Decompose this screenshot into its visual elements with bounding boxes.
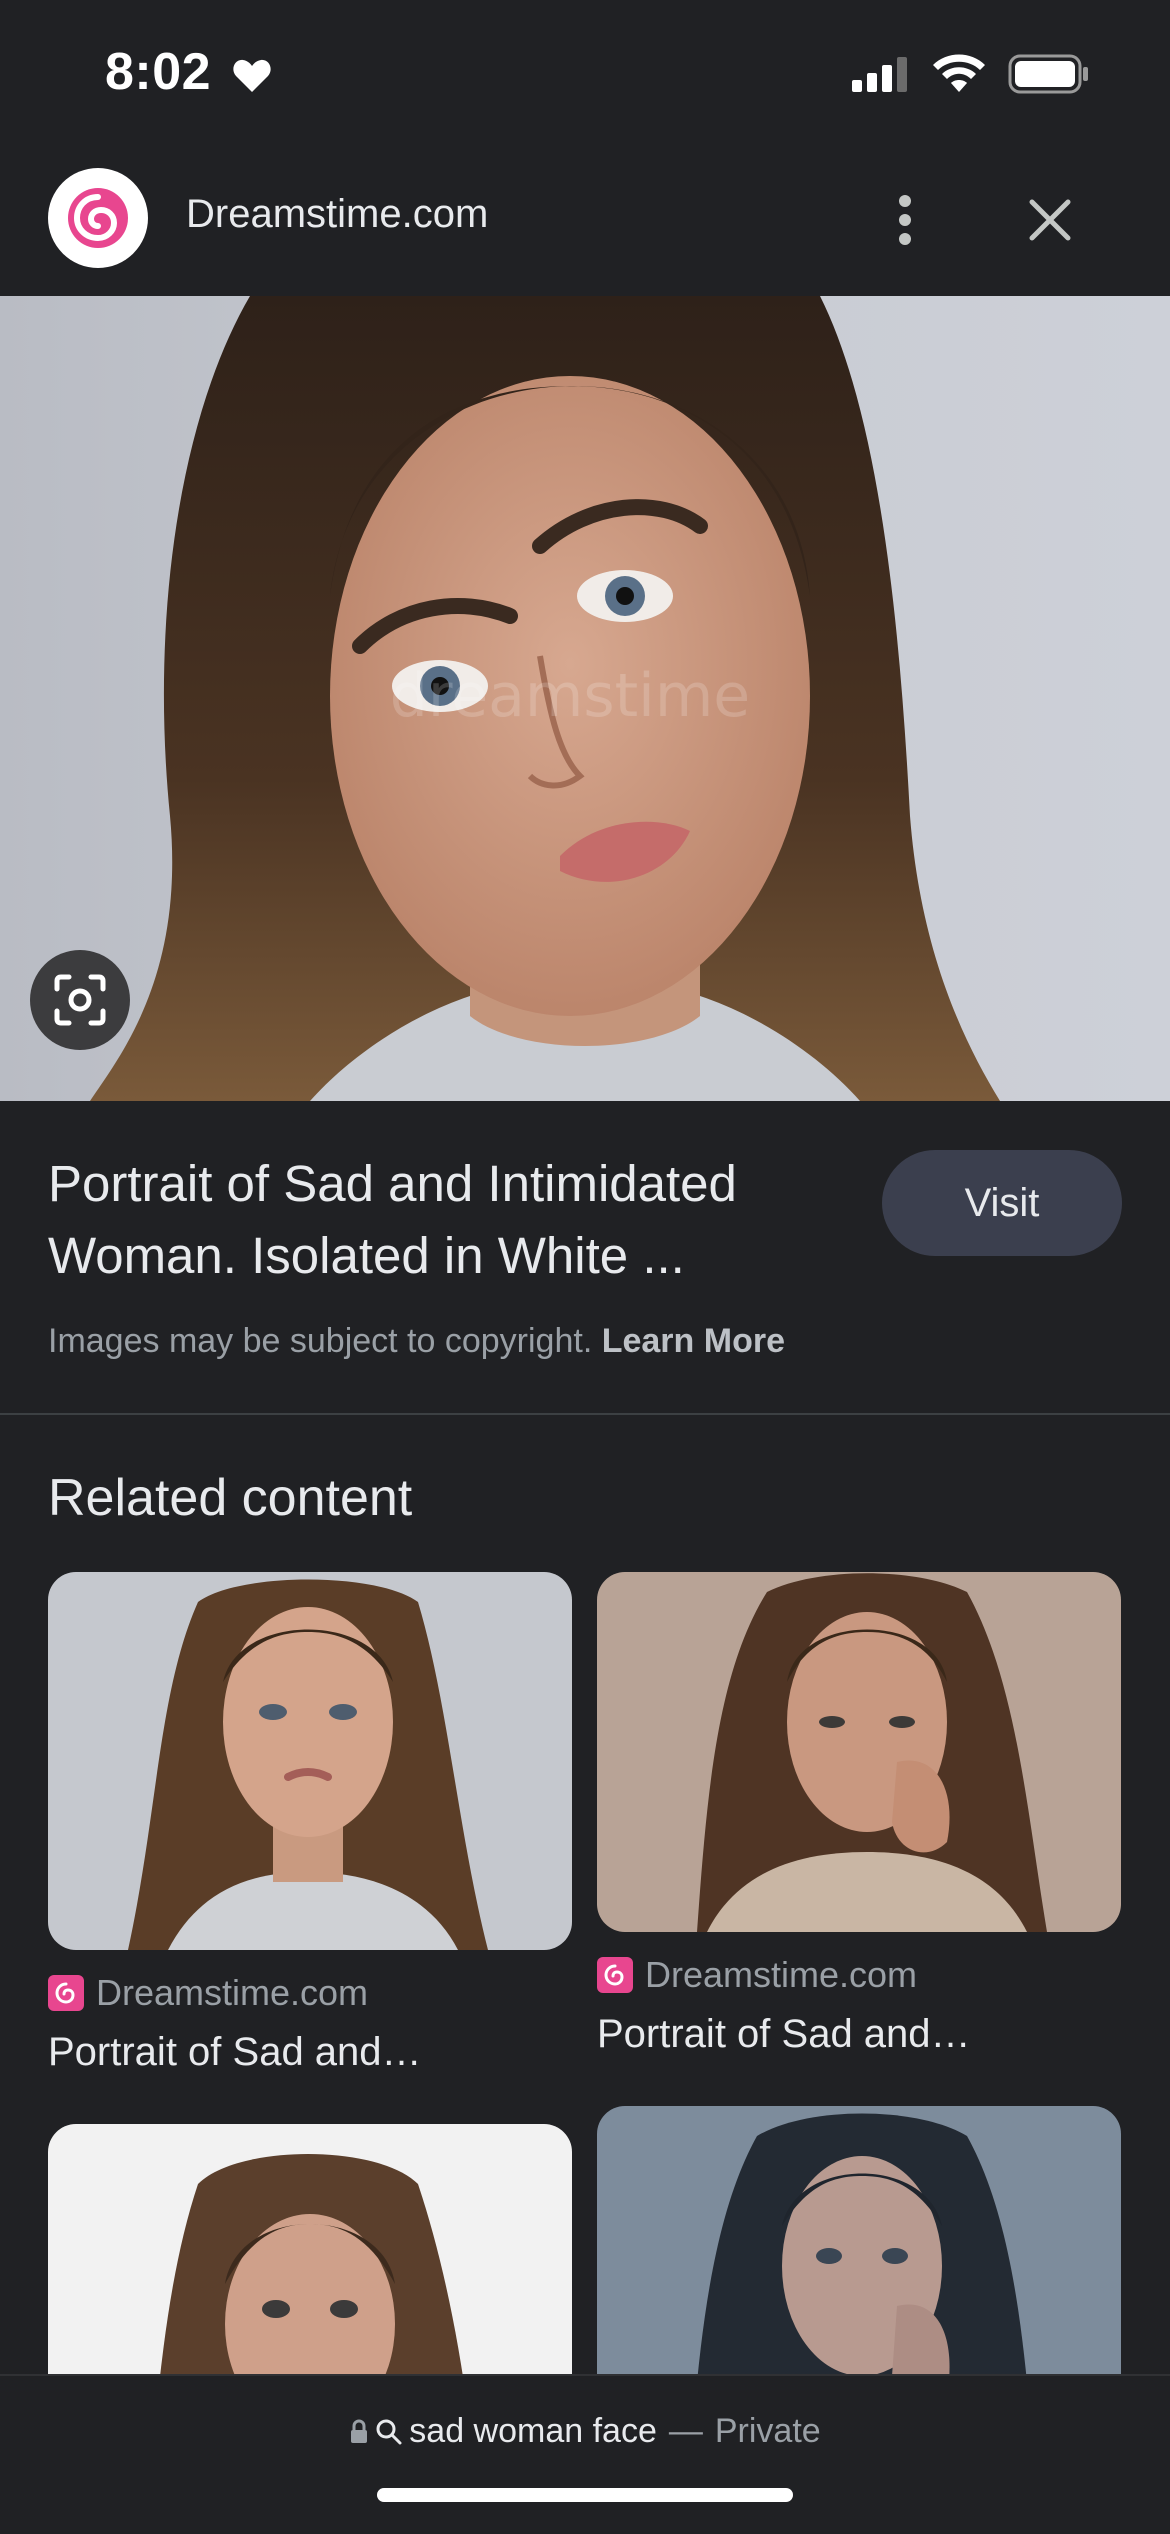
signal-icon (852, 57, 907, 92)
close-icon (1029, 199, 1071, 241)
search-icon (376, 2419, 402, 2444)
related-card-source-label: Dreamstime.com (96, 1972, 369, 2013)
status-time: 8:02 (105, 43, 212, 101)
google-lens-button[interactable] (30, 950, 130, 1050)
copyright-notice: Images may be subject to copyright. Lear… (48, 1322, 785, 1361)
close-button[interactable] (1010, 180, 1090, 260)
site-name[interactable]: Dreamstime.com (186, 192, 488, 237)
visit-button[interactable]: Visit (882, 1150, 1122, 1256)
search-query-text: sad woman face (409, 2412, 657, 2450)
dreamstime-mini-icon (48, 1975, 84, 2011)
dreamstime-mini-icon (597, 1957, 633, 1993)
related-card-title-2[interactable]: Portrait of Sad and… (597, 2012, 971, 2057)
more-options-button[interactable] (870, 180, 940, 260)
related-photo-1 (48, 1572, 572, 1950)
svg-text:dreamstime: dreamstime (390, 661, 750, 731)
home-indicator[interactable] (377, 2488, 793, 2502)
search-query-row[interactable]: sad woman face — Private (0, 2412, 1170, 2451)
related-card-source-2[interactable]: Dreamstime.com (597, 1954, 917, 1996)
bottom-address-bar[interactable]: sad woman face — Private (0, 2374, 1170, 2534)
separator-dash: — (668, 2412, 703, 2450)
lens-icon (54, 974, 106, 1026)
source-header: Dreamstime.com (0, 150, 1170, 295)
related-card-source-label: Dreamstime.com (645, 1954, 918, 1995)
dreamstime-logo[interactable] (48, 168, 148, 268)
image-title: Portrait of Sad and Intimidated Woman. I… (48, 1155, 737, 1284)
lock-icon (351, 2419, 368, 2443)
related-card-image-2[interactable] (597, 1572, 1121, 1932)
main-image[interactable]: dreamstime (0, 296, 1170, 1101)
heart-icon (233, 59, 271, 92)
copyright-text: Images may be subject to copyright. (48, 1322, 593, 1360)
related-card-image-1[interactable] (48, 1572, 572, 1950)
status-indicators (852, 54, 1090, 94)
related-photo-2 (597, 1572, 1121, 1932)
private-mode-label: Private (714, 2412, 821, 2450)
portrait-photo: dreamstime (0, 296, 1170, 1101)
related-card-title-1[interactable]: Portrait of Sad and… (48, 2030, 422, 2075)
swirl-logo-icon (68, 188, 128, 248)
related-content-heading: Related content (48, 1469, 413, 1527)
wifi-icon (933, 54, 985, 92)
related-card-source-1[interactable]: Dreamstime.com (48, 1972, 368, 2014)
more-vertical-icon (899, 195, 911, 245)
learn-more-link[interactable]: Learn More (602, 1322, 785, 1360)
status-bar: 8:02 (0, 0, 1170, 150)
section-divider (0, 1413, 1170, 1415)
battery-icon (1008, 54, 1088, 94)
